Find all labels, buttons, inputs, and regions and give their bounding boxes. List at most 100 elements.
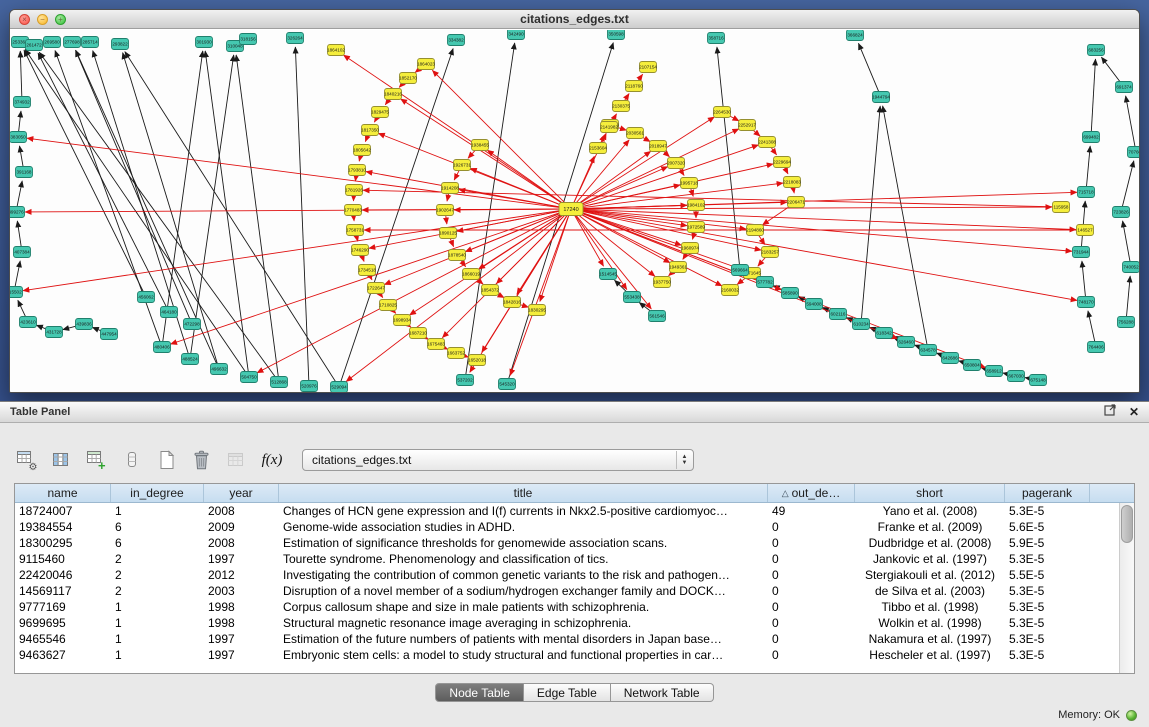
network-node[interactable]: 1840216: [384, 89, 402, 100]
table-row[interactable]: 1938455462009Genome-wide association stu…: [15, 519, 1134, 535]
table-cell[interactable]: Yano et al. (2008): [855, 503, 1005, 519]
table-cell[interactable]: Changes of HCN gene expression and I(f) …: [279, 503, 768, 519]
network-node[interactable]: 480406: [154, 342, 171, 353]
network-node[interactable]: 407384: [14, 247, 31, 258]
network-node[interactable]: 683256: [1088, 45, 1105, 56]
table-cell[interactable]: 0: [768, 519, 855, 535]
network-node[interactable]: 740052: [1123, 262, 1140, 273]
network-node[interactable]: 472298: [184, 319, 201, 330]
combo-stepper-icon[interactable]: ▲ ▼: [676, 451, 692, 469]
network-node[interactable]: 115958: [1053, 202, 1070, 213]
network-node[interactable]: 1793810: [348, 165, 366, 176]
network-node[interactable]: 464180: [161, 307, 178, 318]
table-selector-dropdown[interactable]: citations_edges.txt ▲ ▼: [302, 449, 694, 471]
table-cell[interactable]: Hescheler et al. (1997): [855, 647, 1005, 663]
network-node[interactable]: 577782: [757, 277, 774, 288]
network-node[interactable]: 594008: [806, 299, 823, 310]
network-node[interactable]: 537202: [457, 375, 474, 386]
network-node[interactable]: 17240: [559, 203, 583, 216]
network-node[interactable]: 2206471: [787, 197, 805, 208]
table-cell[interactable]: 18300295: [15, 535, 111, 551]
network-node[interactable]: 1652018: [468, 355, 486, 366]
table-cell[interactable]: 5.3E-5: [1005, 551, 1090, 567]
network-node[interactable]: 391168: [16, 167, 33, 178]
table-cell[interactable]: 1: [111, 647, 204, 663]
network-node[interactable]: 675148: [1030, 375, 1047, 386]
network-node[interactable]: 342490: [508, 30, 525, 40]
network-node[interactable]: 423610: [20, 317, 37, 328]
table-cell[interactable]: 0: [768, 615, 855, 631]
table-cell[interactable]: 14569117: [15, 583, 111, 599]
table-cell[interactable]: 5.9E-5: [1005, 535, 1090, 551]
network-node[interactable]: 1722647: [367, 283, 385, 294]
network-node[interactable]: 334382: [448, 35, 465, 46]
table-cell[interactable]: Wolkin et al. (1998): [855, 615, 1005, 631]
network-node[interactable]: 553438: [624, 292, 641, 303]
table-cell[interactable]: 5.3E-5: [1005, 631, 1090, 647]
network-node[interactable]: 1995718: [680, 178, 698, 189]
network-node[interactable]: 2141982: [600, 122, 618, 133]
table-cell[interactable]: 5.3E-5: [1005, 647, 1090, 663]
network-node[interactable]: 1710825: [379, 300, 397, 311]
table-cell[interactable]: 2008: [204, 535, 279, 551]
table-row[interactable]: 1872400712008Changes of HCN gene express…: [15, 503, 1134, 519]
network-node[interactable]: 626460: [898, 337, 915, 348]
tab-network-table[interactable]: Network Table: [611, 683, 714, 702]
network-node[interactable]: 1687210: [409, 328, 427, 339]
network-node[interactable]: 2218083: [783, 177, 801, 188]
network-node[interactable]: 350598: [608, 30, 625, 40]
network-node[interactable]: 1938455: [471, 140, 489, 151]
network-node[interactable]: 374932: [14, 97, 31, 108]
network-node[interactable]: 650804: [964, 360, 981, 371]
network-node[interactable]: 1805642: [353, 145, 371, 156]
table-cell[interactable]: 0: [768, 551, 855, 567]
network-node[interactable]: 1864023: [417, 59, 435, 70]
network-node[interactable]: 569664: [732, 265, 749, 276]
network-node[interactable]: 456062: [138, 292, 155, 303]
table-cell[interactable]: 1: [111, 615, 204, 631]
column-header-year[interactable]: year: [204, 484, 279, 502]
network-node[interactable]: 496632: [211, 364, 228, 375]
network-node[interactable]: 366824: [847, 30, 864, 41]
network-node[interactable]: 326264: [287, 33, 304, 44]
tab-node-table[interactable]: Node Table: [435, 683, 524, 702]
table-cell[interactable]: 5.3E-5: [1005, 599, 1090, 615]
table-cell[interactable]: 2: [111, 551, 204, 567]
tab-edge-table[interactable]: Edge Table: [524, 683, 611, 702]
table-cell[interactable]: 2008: [204, 503, 279, 519]
column-header-name[interactable]: name: [15, 484, 111, 502]
table-cell[interactable]: 9777169: [15, 599, 111, 615]
column-header-title[interactable]: title: [279, 484, 768, 502]
table-row[interactable]: 1830029562008Estimation of significance …: [15, 535, 1134, 551]
network-node[interactable]: 756288: [1118, 317, 1135, 328]
table-cell[interactable]: Investigating the contribution of common…: [279, 567, 768, 583]
network-node[interactable]: 1734518: [358, 265, 376, 276]
network-node[interactable]: 1854372: [481, 285, 499, 296]
network-node[interactable]: 2229694: [773, 157, 791, 168]
table-cell[interactable]: Tourette syndrome. Phenomenology and cla…: [279, 551, 768, 567]
create-table-button[interactable]: [154, 447, 180, 473]
network-node[interactable]: 699482: [1083, 132, 1100, 143]
network-node[interactable]: 2118760: [625, 81, 643, 92]
select-columns-button[interactable]: [49, 447, 75, 473]
network-node[interactable]: 1852170: [399, 73, 417, 84]
network-node[interactable]: 2160032: [721, 285, 739, 296]
table-cell[interactable]: 5.3E-5: [1005, 583, 1090, 599]
table-cell[interactable]: 1997: [204, 647, 279, 663]
table-cell[interactable]: Embryonic stem cells: a model to study s…: [279, 647, 768, 663]
network-node[interactable]: 634578: [920, 345, 937, 356]
window-titlebar[interactable]: × − + citations_edges.txt: [10, 10, 1139, 29]
table-cell[interactable]: Franke et al. (2009): [855, 519, 1005, 535]
network-node[interactable]: 585890: [782, 288, 799, 299]
network-node[interactable]: 431728: [46, 327, 63, 338]
table-cell[interactable]: 0: [768, 631, 855, 647]
network-node[interactable]: 731944: [1073, 247, 1090, 258]
table-cell[interactable]: Structural magnetic resonance image aver…: [279, 615, 768, 631]
network-node[interactable]: 1758731: [346, 225, 364, 236]
table-cell[interactable]: Jankovic et al. (1997): [855, 551, 1005, 567]
network-node[interactable]: 415502: [10, 287, 23, 298]
column-header-short[interactable]: short: [855, 484, 1005, 502]
network-node[interactable]: 1746290: [351, 245, 369, 256]
delete-table-button[interactable]: [189, 447, 215, 473]
network-node[interactable]: 748170: [1078, 297, 1095, 308]
